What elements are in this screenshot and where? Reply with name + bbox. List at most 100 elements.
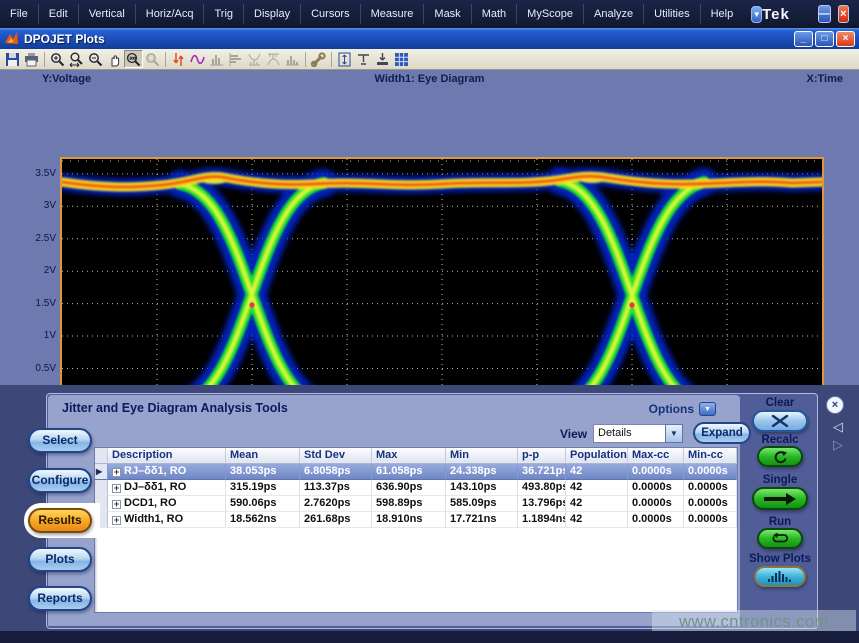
app-close-button[interactable]: × xyxy=(838,5,849,23)
cell-std-dev: 2.7620ps xyxy=(300,496,372,512)
wrench-icon xyxy=(311,52,326,67)
cell-population: 42 xyxy=(566,496,628,512)
show-plots-button[interactable] xyxy=(754,566,806,587)
menu-display[interactable]: Display xyxy=(244,4,301,24)
run-button[interactable] xyxy=(757,528,803,549)
recalc-button[interactable] xyxy=(757,446,803,467)
options-dropdown-button[interactable]: ▼ xyxy=(699,402,716,416)
histogram-horizontal-icon xyxy=(228,52,243,67)
cell-max-cc: 0.0000s xyxy=(628,480,684,496)
panel-next-arrow[interactable]: ▷ xyxy=(833,437,843,453)
dock-bottom-button[interactable] xyxy=(373,50,392,68)
plot-window-maximize-button[interactable]: □ xyxy=(815,31,834,47)
zoom-100-button[interactable] xyxy=(124,50,143,68)
nav-plots-button[interactable]: Plots xyxy=(28,547,92,572)
col-min[interactable]: Min xyxy=(446,448,518,463)
col-mean[interactable]: Mean xyxy=(226,448,300,463)
table-row[interactable]: +DJ–δδ1, RO 315.19ps 113.37ps 636.90ps 1… xyxy=(95,480,737,496)
cell-std-dev: 113.37ps xyxy=(300,480,372,496)
menu-measure[interactable]: Measure xyxy=(361,4,425,24)
chevron-down-icon: ▼ xyxy=(704,406,711,413)
dpojet-plots-titlebar[interactable]: DPOJET Plots _ □ × xyxy=(0,28,859,49)
clear-button[interactable] xyxy=(752,410,808,432)
histogram-vertical-button[interactable] xyxy=(207,50,226,68)
menu-trig[interactable]: Trig xyxy=(204,4,244,24)
nav-results-button[interactable]: Results xyxy=(28,508,92,533)
cell-mean: 590.06ps xyxy=(226,496,300,512)
view-dropdown-button[interactable]: ▼ xyxy=(665,424,683,443)
zoom-select-button[interactable] xyxy=(143,50,162,68)
menu-horiz-acq[interactable]: Horiz/Acq xyxy=(136,4,205,24)
cell-min-cc: 0.0000s xyxy=(684,480,737,496)
cursor-readout-button[interactable] xyxy=(354,50,373,68)
cell-description: +RJ–δδ1, RO xyxy=(108,464,226,480)
col-max[interactable]: Max xyxy=(372,448,446,463)
col-min-cc[interactable]: Min-cc xyxy=(684,448,737,463)
close-icon: × xyxy=(840,8,846,20)
zoom-fit-button[interactable] xyxy=(67,50,86,68)
menu-mask[interactable]: Mask xyxy=(424,4,471,24)
cell-std-dev: 6.8058ps xyxy=(300,464,372,480)
zoom-out-button[interactable] xyxy=(86,50,105,68)
save-button[interactable] xyxy=(3,50,22,68)
menu-file[interactable]: File xyxy=(0,4,39,24)
panel-prev-arrow[interactable]: ◁ xyxy=(833,419,843,435)
col-p-p[interactable]: p-p xyxy=(518,448,566,463)
vertical-cursors-button[interactable] xyxy=(169,50,188,68)
col-description[interactable]: Description xyxy=(108,448,226,463)
dock-bottom-icon xyxy=(375,52,390,67)
menu-myscope[interactable]: MyScope xyxy=(517,4,584,24)
menu-math[interactable]: Math xyxy=(472,4,517,24)
expand-row-icon[interactable]: + xyxy=(112,516,121,525)
cell-std-dev: 261.68ps xyxy=(300,512,372,528)
col-std-dev[interactable]: Std Dev xyxy=(300,448,372,463)
menu-utilities[interactable]: Utilities xyxy=(644,4,700,24)
menu-vertical[interactable]: Vertical xyxy=(79,4,136,24)
nav-reports-button[interactable]: Reports xyxy=(28,586,92,611)
plot-window-close-button[interactable]: × xyxy=(836,31,855,47)
table-row[interactable]: +DCD1, RO 590.06ps 2.7620ps 598.89ps 585… xyxy=(95,496,737,512)
col-max-cc[interactable]: Max-cc xyxy=(628,448,684,463)
cursor-readout-icon xyxy=(356,52,371,67)
mask-vertical-button[interactable] xyxy=(245,50,264,68)
screen: File Edit Vertical Horiz/Acq Trig Displa… xyxy=(0,0,859,643)
zoom-out-icon xyxy=(88,52,103,67)
col-population[interactable]: Population xyxy=(566,448,628,463)
mask-horizontal-button[interactable] xyxy=(264,50,283,68)
nav-configure-button[interactable]: Configure xyxy=(28,468,92,493)
panel-close-button[interactable]: × xyxy=(826,396,844,414)
zoom-fit-icon xyxy=(69,52,84,67)
plot-window-minimize-button[interactable]: _ xyxy=(794,31,813,47)
vertical-cursors-icon xyxy=(171,52,186,67)
configure-button[interactable] xyxy=(309,50,328,68)
options-label[interactable]: Options xyxy=(649,402,694,416)
print-button[interactable] xyxy=(22,50,41,68)
histogram-time-button[interactable] xyxy=(283,50,302,68)
table-row[interactable]: ▶ +RJ–δδ1, RO 38.053ps 6.8058ps 61.058ps… xyxy=(95,464,737,480)
menu-cursors[interactable]: Cursors xyxy=(301,4,361,24)
cell-description: +DCD1, RO xyxy=(108,496,226,512)
menu-analyze[interactable]: Analyze xyxy=(584,4,644,24)
menu-edit[interactable]: Edit xyxy=(39,4,79,24)
zoom-in-button[interactable] xyxy=(48,50,67,68)
grid-display-button[interactable] xyxy=(392,50,411,68)
app-minimize-button[interactable]: — xyxy=(818,5,831,23)
table-row[interactable]: +Width1, RO 18.562ns 261.68ps 18.910ns 1… xyxy=(95,512,737,528)
cell-p-p: 1.1894ns xyxy=(518,512,566,528)
nav-select-button[interactable]: Select xyxy=(28,428,92,453)
view-details-dropdown[interactable]: Details xyxy=(593,424,665,443)
menu-help[interactable]: Help xyxy=(701,4,744,24)
close-icon: × xyxy=(843,33,849,44)
histogram-horizontal-button[interactable] xyxy=(226,50,245,68)
pan-button[interactable] xyxy=(105,50,124,68)
expand-row-icon[interactable]: + xyxy=(112,468,121,477)
zoom-select-icon xyxy=(145,52,160,67)
waveform-cursors-button[interactable] xyxy=(188,50,207,68)
menu-dropdown-button[interactable]: ▼ xyxy=(751,6,762,23)
plot-toolbar xyxy=(0,49,859,70)
single-button[interactable] xyxy=(752,487,808,510)
recalc-refresh-icon xyxy=(772,450,788,464)
expand-row-icon[interactable]: + xyxy=(112,500,121,509)
expand-row-icon[interactable]: + xyxy=(112,484,121,493)
fit-vertical-button[interactable] xyxy=(335,50,354,68)
